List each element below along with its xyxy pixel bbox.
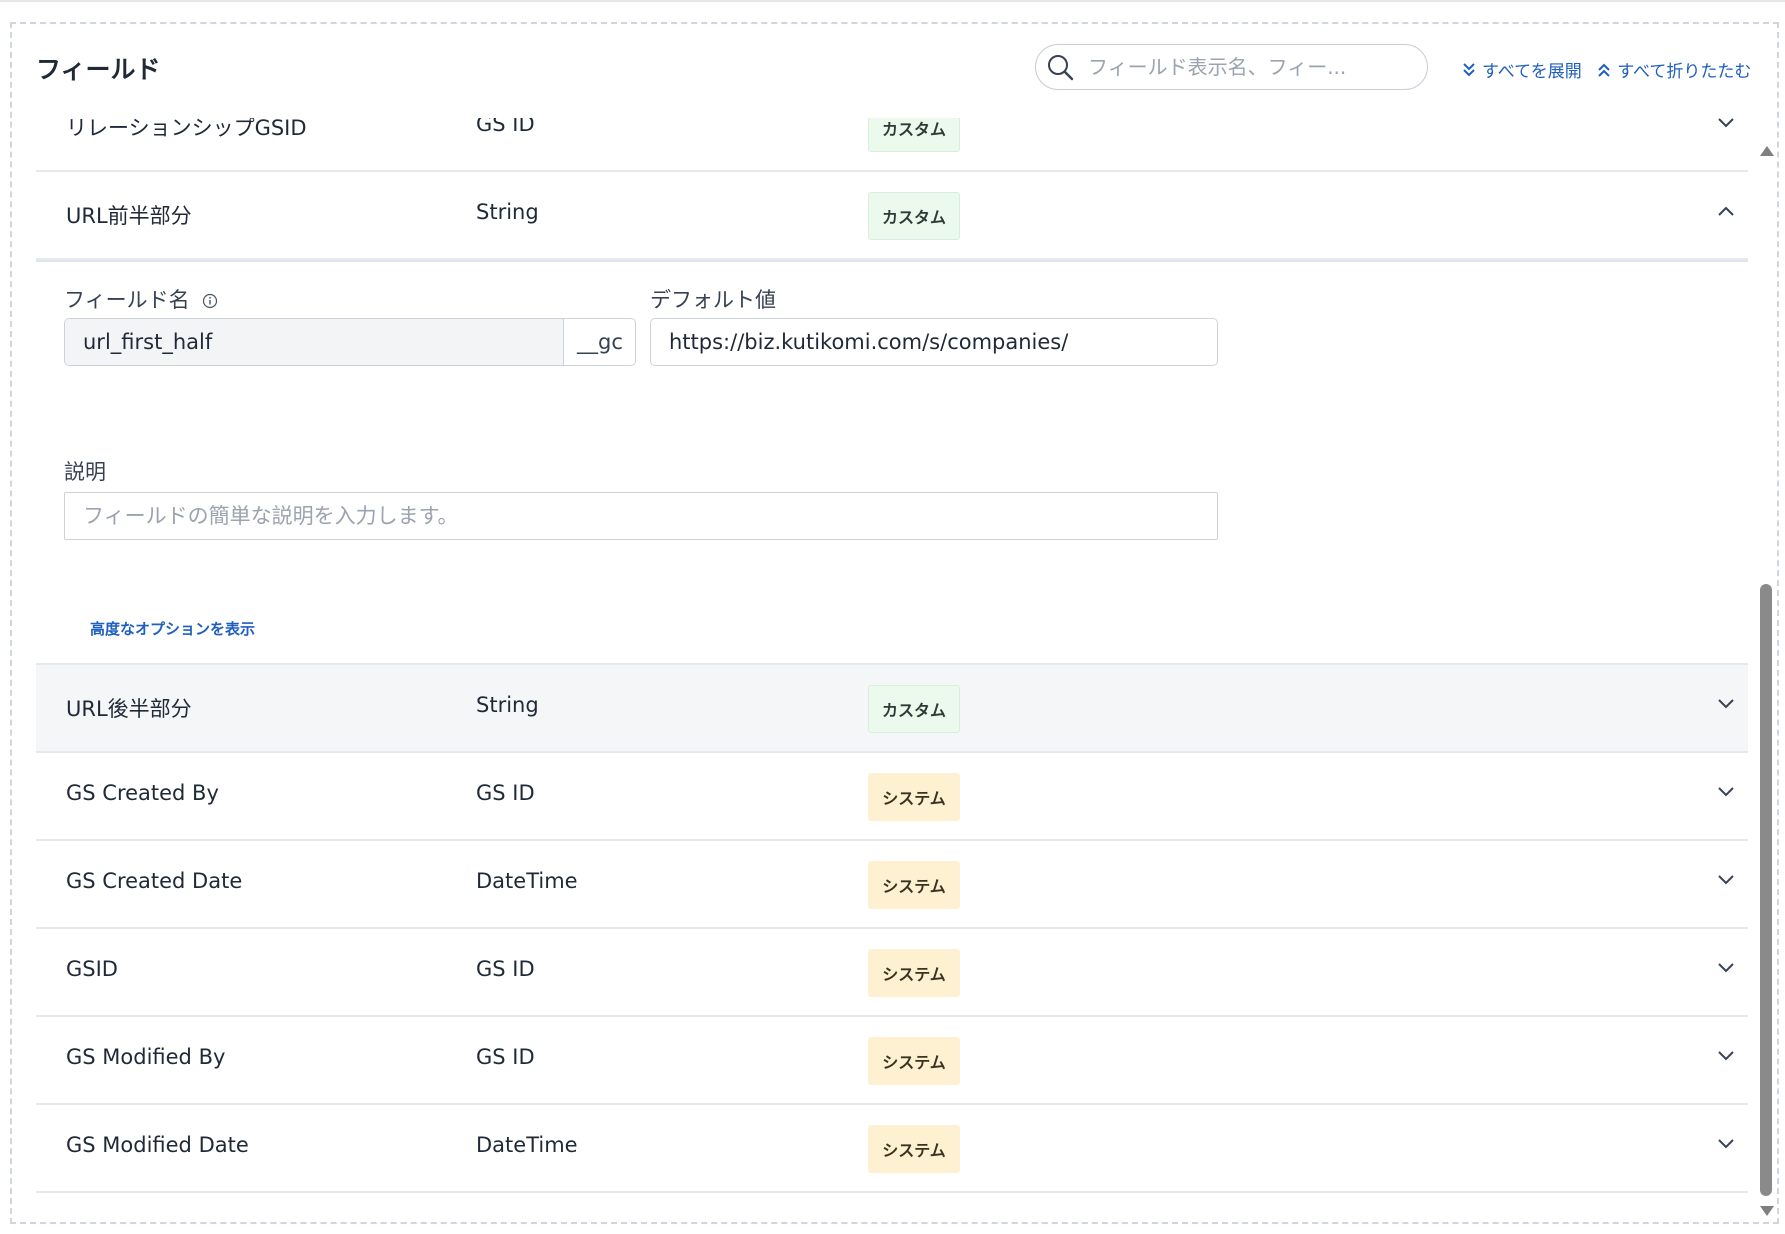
field-display-name: GS Modified Date — [66, 1133, 249, 1157]
collapse-all-button[interactable]: すべて折りたたむ — [1597, 57, 1751, 82]
field-row[interactable]: GS Created By GS ID システム — [36, 753, 1748, 841]
field-row[interactable]: GSID GS ID システム — [36, 929, 1748, 1017]
field-row[interactable]: GS Modified Date DateTime システム — [36, 1105, 1748, 1193]
field-display-name: リレーションシップGSID — [66, 118, 307, 140]
expand-all-label: すべてを展開 — [1482, 62, 1582, 82]
field-row[interactable]: リレーションシップGSID GS ID カスタム — [36, 118, 1748, 172]
chevron-down-icon[interactable] — [1716, 1137, 1736, 1151]
chevron-down-icon[interactable] — [1716, 961, 1736, 975]
panel-header: フィールド すべてを展開 すべて折りたたむ — [12, 24, 1777, 116]
field-row-expanded[interactable]: URL前半部分 String カスタム — [36, 172, 1748, 260]
field-type: GS ID — [476, 1045, 535, 1069]
field-type: DateTime — [476, 1133, 578, 1157]
field-origin-badge: システム — [868, 1125, 960, 1173]
field-display-name: GS Created Date — [66, 869, 243, 893]
field-row[interactable]: GS Modified By GS ID システム — [36, 1017, 1748, 1105]
field-display-name: URL後半部分 — [66, 697, 192, 721]
field-display-name: URL前半部分 — [66, 204, 192, 228]
default-value-input[interactable]: https://biz.kutikomi.com/s/companies/ — [650, 318, 1218, 366]
field-origin-badge: カスタム — [868, 192, 960, 240]
scroll-down-arrow-icon[interactable] — [1760, 1206, 1774, 1216]
field-row[interactable]: URL後半部分 String カスタム — [36, 665, 1748, 753]
field-display-name: GSID — [66, 957, 118, 981]
field-origin-badge: カスタム — [868, 118, 960, 152]
header-links: すべてを展開 すべて折りたたむ — [1462, 57, 1751, 83]
advanced-options-link[interactable]: 高度なオプションを表示 — [90, 618, 255, 639]
field-row[interactable]: GS Created Date DateTime システム — [36, 841, 1748, 929]
description-label: 説明 — [64, 460, 106, 484]
field-name-value: url_first_half — [65, 319, 564, 365]
scroll-up-arrow-icon[interactable] — [1760, 146, 1774, 156]
page-title: フィールド — [36, 55, 161, 84]
field-display-name: GS Modified By — [66, 1045, 226, 1069]
collapse-all-label: すべて折りたたむ — [1617, 62, 1752, 82]
search-box[interactable] — [1035, 44, 1428, 90]
field-type: DateTime — [476, 869, 578, 893]
double-chevron-up-icon — [1598, 63, 1610, 77]
scrollbar-thumb[interactable] — [1760, 584, 1772, 1196]
fields-panel: フィールド すべてを展開 すべて折りたたむ — [10, 22, 1779, 1224]
field-detail-panel: フィールド名 url_first_half __gc デフォルト値 https:… — [36, 260, 1748, 665]
chevron-down-icon[interactable] — [1716, 1049, 1736, 1063]
field-origin-badge: システム — [868, 773, 960, 821]
chevron-down-icon[interactable] — [1716, 785, 1736, 799]
top-divider — [0, 0, 1785, 2]
field-origin-badge: システム — [868, 861, 960, 909]
description-input[interactable]: フィールドの簡単な説明を入力します。 — [64, 492, 1218, 540]
field-origin-badge: カスタム — [868, 685, 960, 733]
field-name-label-text: フィールド名 — [64, 288, 190, 312]
expand-all-button[interactable]: すべてを展開 — [1462, 57, 1582, 82]
default-value-label: デフォルト値 — [650, 288, 776, 312]
vertical-scrollbar[interactable] — [1755, 126, 1777, 1216]
info-icon[interactable] — [202, 293, 218, 309]
chevron-down-icon[interactable] — [1716, 697, 1736, 711]
field-display-name: GS Created By — [66, 781, 219, 805]
chevron-down-icon[interactable] — [1716, 118, 1736, 130]
field-name-suffix: __gc — [577, 330, 623, 354]
chevron-up-icon[interactable] — [1716, 204, 1736, 218]
field-name-input[interactable]: url_first_half __gc — [64, 318, 636, 366]
field-type: GS ID — [476, 957, 535, 981]
field-type: GS ID — [476, 781, 535, 805]
field-type: GS ID — [476, 118, 535, 136]
field-origin-badge: システム — [868, 1037, 960, 1085]
field-list: リレーションシップGSID GS ID カスタム URL前半部分 String … — [36, 118, 1748, 1203]
search-input[interactable] — [1088, 51, 1408, 83]
chevron-down-icon[interactable] — [1716, 873, 1736, 887]
field-type: String — [476, 200, 539, 224]
field-origin-badge: システム — [868, 949, 960, 997]
double-chevron-down-icon — [1463, 62, 1475, 76]
field-type: String — [476, 693, 539, 717]
field-name-label: フィールド名 — [64, 284, 218, 314]
search-icon — [1048, 55, 1074, 81]
